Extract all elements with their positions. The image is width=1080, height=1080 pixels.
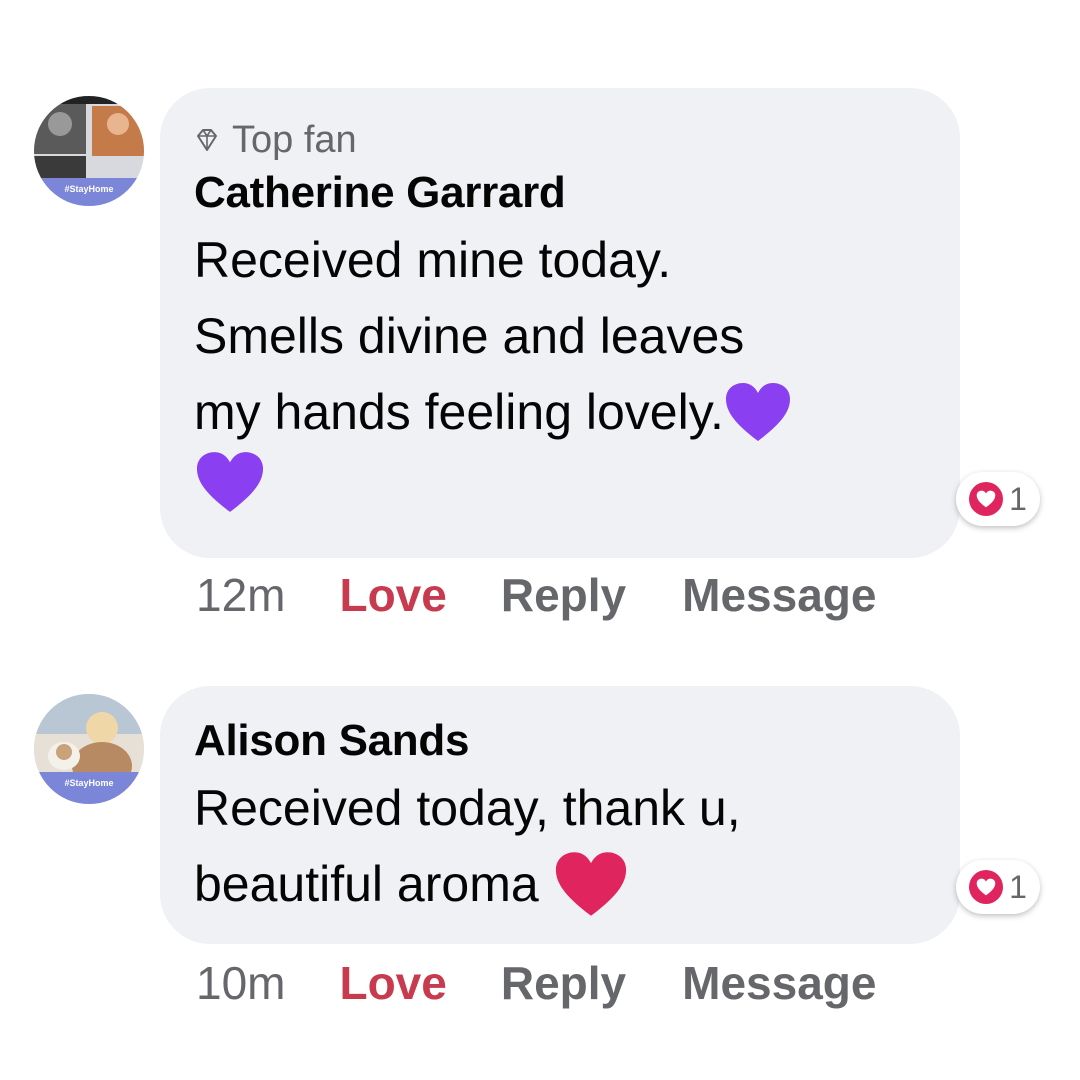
reaction-count: 1 xyxy=(1009,480,1027,517)
comment-text-line: Smells divine and leaves xyxy=(194,308,745,364)
comment-text-line: beautiful aroma xyxy=(194,846,960,922)
reaction-count-badge[interactable]: 1 xyxy=(956,860,1040,914)
timestamp[interactable]: 10m xyxy=(196,956,285,1010)
reply-button[interactable]: Reply xyxy=(501,956,626,1010)
diamond-icon xyxy=(197,129,217,151)
comment-text: my hands feeling lovely. xyxy=(194,384,724,440)
badge-label: Top fan xyxy=(232,119,357,161)
author-name[interactable]: Alison Sands xyxy=(194,712,960,770)
reaction-count: 1 xyxy=(1009,868,1027,905)
author-name[interactable]: Catherine Garrard xyxy=(194,164,960,222)
reply-button[interactable]: Reply xyxy=(501,568,626,622)
avatar[interactable]: #StayHome xyxy=(34,694,144,804)
comment-text-line: Received today, thank u, xyxy=(194,780,741,836)
message-button[interactable]: Message xyxy=(682,568,876,622)
purple-heart-icon xyxy=(725,383,790,441)
comment-text-line: my hands feeling lovely. xyxy=(194,374,960,450)
comment-actions: 12m Love Reply Message xyxy=(196,568,876,622)
profile-photo-icon: #StayHome xyxy=(34,96,144,206)
purple-heart-icon xyxy=(196,452,264,512)
comment-bubble: Alison Sands Received today, thank u, be… xyxy=(160,686,960,944)
comment-bubble: Top fan Catherine Garrard Received mine … xyxy=(160,88,960,558)
love-reaction-icon xyxy=(969,482,1004,516)
avatar-badge-text: #StayHome xyxy=(64,184,113,194)
profile-photo-icon: #StayHome xyxy=(34,694,144,804)
top-fan-badge: Top fan xyxy=(194,116,960,164)
love-reaction-icon xyxy=(969,870,1004,904)
reaction-count-badge[interactable]: 1 xyxy=(956,472,1040,526)
timestamp[interactable]: 12m xyxy=(196,568,285,622)
avatar-badge-text: #StayHome xyxy=(64,778,113,788)
comment-text-line xyxy=(194,450,960,514)
message-button[interactable]: Message xyxy=(682,956,876,1010)
comment-text: beautiful aroma xyxy=(194,856,539,912)
red-heart-icon xyxy=(555,852,626,916)
comment-actions: 10m Love Reply Message xyxy=(196,956,876,1010)
comment-text-line: Received mine today. xyxy=(194,232,672,288)
love-button[interactable]: Love xyxy=(339,568,446,622)
avatar[interactable]: #StayHome xyxy=(34,96,144,206)
love-button[interactable]: Love xyxy=(339,956,446,1010)
